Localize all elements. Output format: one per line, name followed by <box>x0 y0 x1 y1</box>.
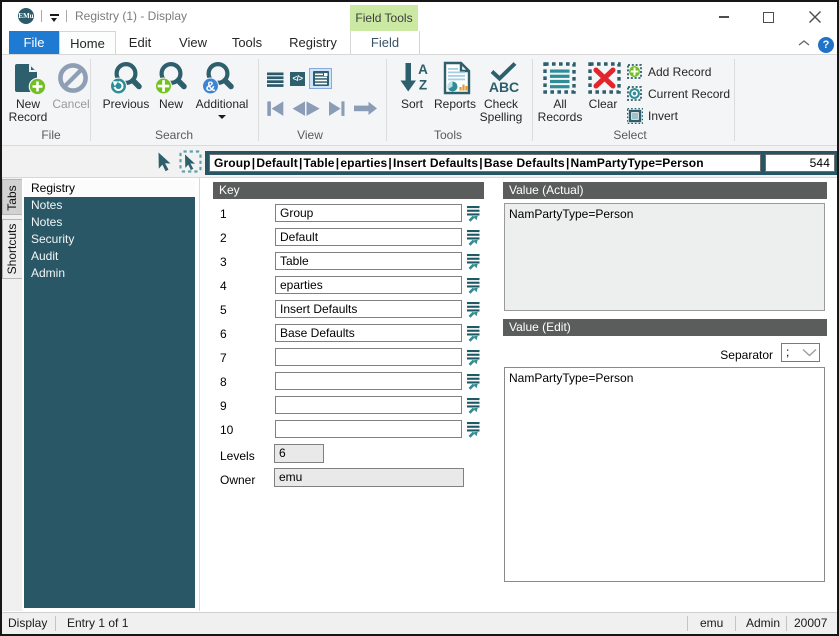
svg-text:Z: Z <box>419 78 427 93</box>
svg-text:&: & <box>206 79 216 94</box>
svg-text:A: A <box>418 62 428 77</box>
svg-text:ABC: ABC <box>489 79 519 95</box>
